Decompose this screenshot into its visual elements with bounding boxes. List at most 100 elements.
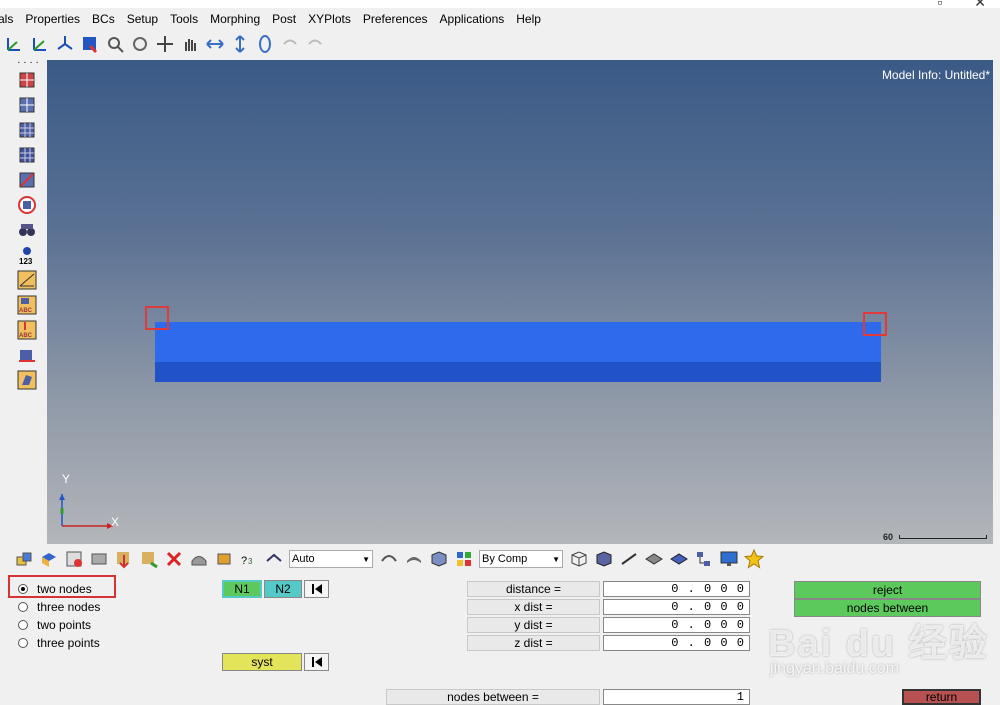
n2-button[interactable]: N2 (264, 580, 302, 598)
node-n2-marker[interactable] (863, 312, 887, 336)
delete-icon[interactable] (164, 549, 184, 569)
transform-icon[interactable] (17, 370, 39, 390)
properties-view-icon[interactable] (64, 549, 84, 569)
cube-view-icon[interactable] (429, 549, 449, 569)
geometry-icon[interactable] (189, 549, 209, 569)
shading-mode-icon[interactable] (404, 549, 424, 569)
zoom-fit-icon[interactable] (129, 33, 151, 55)
rotate-icon[interactable] (154, 33, 176, 55)
radio-dot-icon[interactable] (18, 584, 28, 594)
components-icon[interactable] (14, 549, 34, 569)
mesh-delete-icon[interactable] (17, 170, 39, 190)
redo-icon[interactable] (304, 33, 326, 55)
numbers-toggle-icon[interactable]: ? 3 (239, 549, 259, 569)
svg-text:?: ? (241, 555, 247, 567)
reject-button[interactable]: reject (794, 581, 981, 599)
visualization-toolbar: ? 3 Auto ▼ By Comp ▼ (0, 545, 1000, 573)
surface-display-icon[interactable] (644, 549, 664, 569)
radio-label: three nodes (37, 600, 101, 614)
beam-side-face[interactable] (155, 362, 881, 382)
radio-two-points[interactable]: two points (18, 618, 91, 632)
mesh-mode-icon[interactable] (264, 549, 284, 569)
solid-display-icon[interactable] (669, 549, 689, 569)
wireframe-icon[interactable] (569, 549, 589, 569)
menu-help[interactable]: Help (516, 12, 541, 26)
reset-nodes-button[interactable] (304, 580, 329, 598)
view-xy-icon[interactable] (4, 33, 26, 55)
y-dist-value: 0 . 0 0 0 (603, 617, 750, 633)
node-n1-marker[interactable] (145, 306, 169, 330)
menu-xyplots[interactable]: XYPlots (308, 12, 351, 26)
beam-top-face[interactable] (155, 322, 881, 364)
x-dist-label: x dist = (467, 599, 600, 615)
shading-icon[interactable] (379, 549, 399, 569)
svg-text:123: 123 (19, 257, 33, 265)
zoom-box-icon[interactable] (104, 33, 126, 55)
x-dist-value: 0 . 0 0 0 (603, 599, 750, 615)
graphics-viewport[interactable]: Model Info: Untitled* Y X 60 (47, 60, 993, 544)
mesh-mode-select[interactable]: Auto ▼ (289, 550, 373, 568)
menu-post[interactable]: Post (272, 12, 296, 26)
scale-value: 60 (882, 532, 893, 542)
menu-morphing[interactable]: Morphing (210, 12, 260, 26)
menu-preferences[interactable]: Preferences (363, 12, 428, 26)
z-dist-value: 0 . 0 0 0 (603, 635, 750, 651)
mesh-grid-icon[interactable] (17, 120, 39, 140)
return-button[interactable]: return (902, 689, 981, 705)
reset-syst-button[interactable] (304, 653, 329, 671)
model-info-label: Model Info: Untitled* (881, 68, 990, 82)
label-abc-icon[interactable]: ABC (17, 295, 39, 315)
pan-vertical-icon[interactable] (229, 33, 251, 55)
menu-tools[interactable]: Tools (170, 12, 198, 26)
radio-dot-icon[interactable] (18, 638, 28, 648)
axis-x-label: X (111, 515, 120, 529)
menu-materials[interactable]: als (0, 12, 13, 26)
component-view-icon[interactable] (39, 549, 59, 569)
line-display-icon[interactable] (619, 549, 639, 569)
shaded-elements-icon[interactable] (594, 549, 614, 569)
view-iso-icon[interactable] (54, 33, 76, 55)
mesh-panel-icon[interactable] (17, 70, 39, 90)
distance-value: 0 . 0 0 0 (603, 581, 750, 597)
numbers-icon[interactable]: 123 (17, 245, 39, 265)
angle-measure-icon[interactable] (17, 270, 39, 290)
hierarchy-icon[interactable] (694, 549, 714, 569)
mesh-edit-icon[interactable] (17, 95, 39, 115)
monitor-icon[interactable] (719, 549, 739, 569)
menu-properties[interactable]: Properties (25, 12, 80, 26)
view-yz-icon[interactable] (29, 33, 51, 55)
mesh-solid-icon[interactable] (17, 145, 39, 165)
color-mode-icon[interactable] (454, 549, 474, 569)
pan-horizontal-icon[interactable] (204, 33, 226, 55)
scale-bar (899, 535, 987, 539)
radio-three-nodes[interactable]: three nodes (18, 600, 100, 614)
color-mode-select[interactable]: By Comp ▼ (479, 550, 563, 568)
export-icon[interactable] (139, 549, 159, 569)
z-dist-label: z dist = (467, 635, 600, 651)
nodes-between-label: nodes between = (386, 689, 600, 705)
syst-button[interactable]: syst (222, 653, 302, 671)
spin-icon[interactable] (254, 33, 276, 55)
undo-icon[interactable] (279, 33, 301, 55)
menu-bcs[interactable]: BCs (92, 12, 115, 26)
nodes-between-input[interactable]: 1 (603, 689, 750, 705)
import-icon[interactable] (114, 549, 134, 569)
radio-three-points[interactable]: three points (18, 636, 100, 650)
assemblies-icon[interactable] (89, 549, 109, 569)
mask-icon[interactable] (17, 195, 39, 215)
radio-dot-icon[interactable] (18, 602, 28, 612)
menu-setup[interactable]: Setup (127, 12, 158, 26)
menu-applications[interactable]: Applications (440, 12, 505, 26)
baidu-watermark-url: jingyan.baidu.com (770, 660, 899, 677)
radio-two-nodes[interactable]: two nodes (18, 582, 92, 596)
solid-box-icon[interactable] (214, 549, 234, 569)
svg-text:ABC: ABC (19, 308, 33, 314)
pan-hand-icon[interactable] (179, 33, 201, 55)
favorite-star-icon[interactable] (744, 549, 764, 569)
find-binoculars-icon[interactable] (17, 220, 39, 240)
label-abc-red-icon[interactable]: ABC (17, 320, 39, 340)
radio-dot-icon[interactable] (18, 620, 28, 630)
translate-icon[interactable] (17, 345, 39, 365)
n1-button[interactable]: N1 (222, 580, 262, 598)
view-save-icon[interactable] (79, 33, 101, 55)
